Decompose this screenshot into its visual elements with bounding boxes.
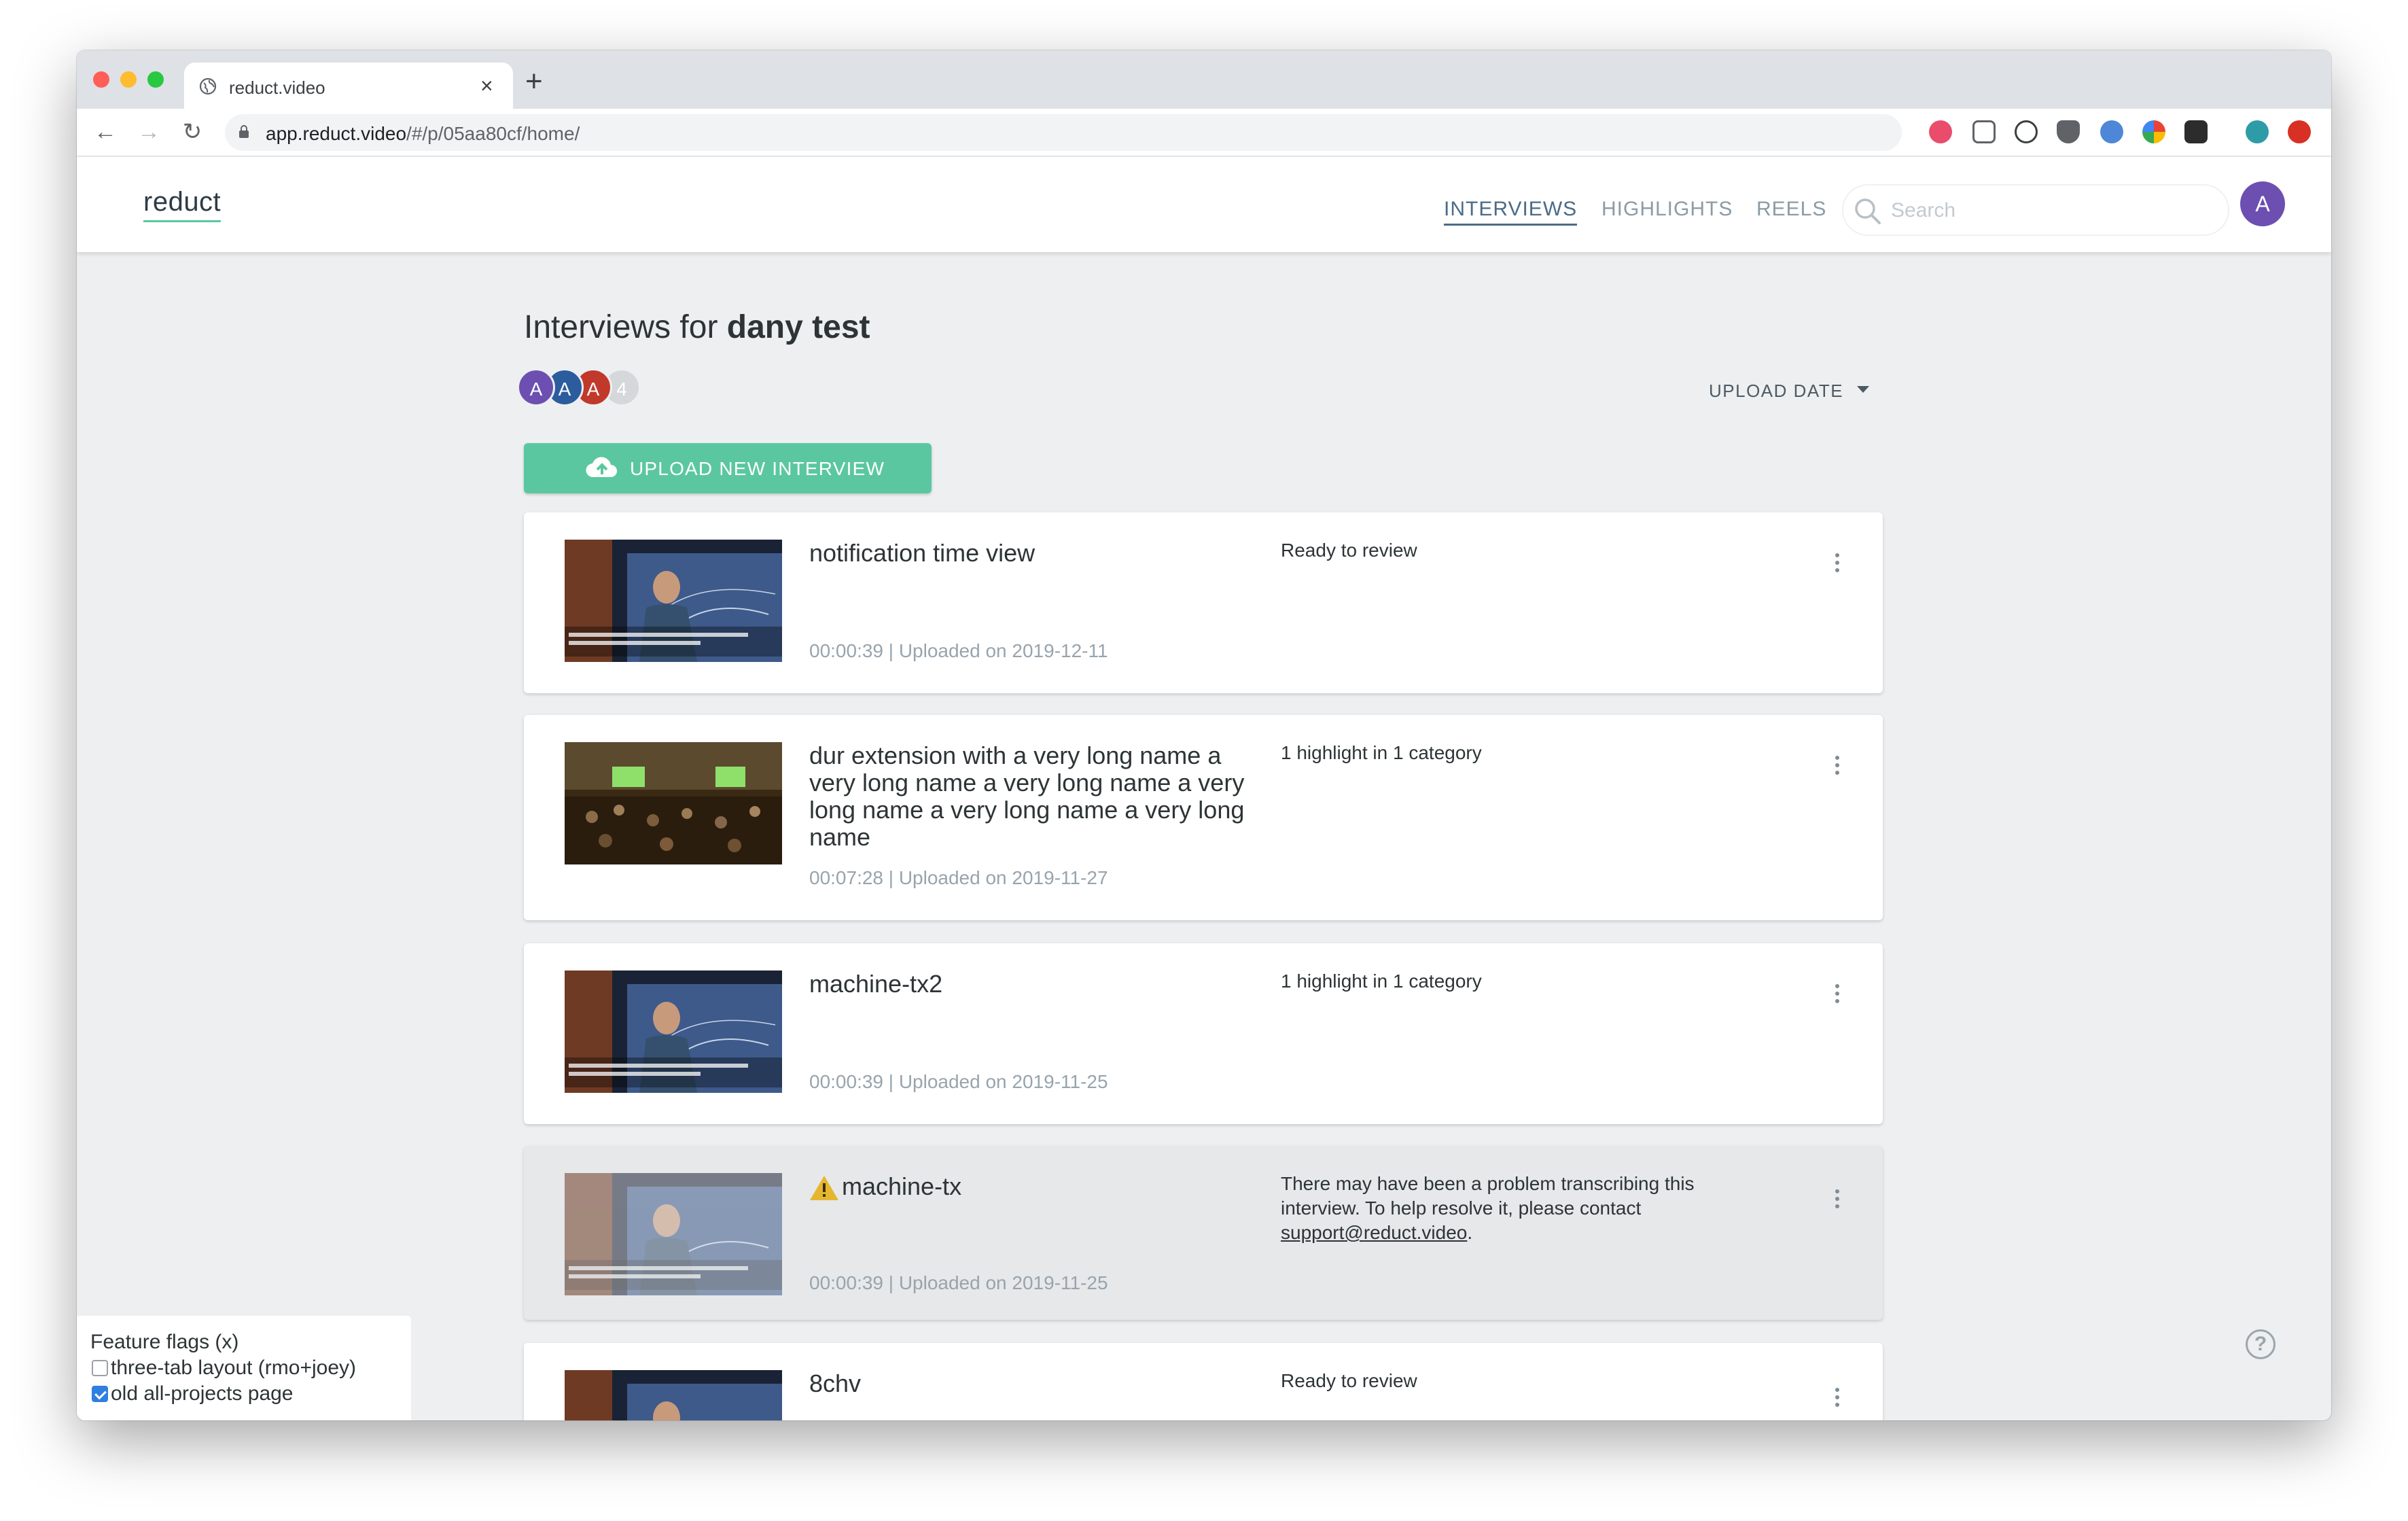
page-title: Interviews for dany test xyxy=(524,309,870,346)
new-tab-button[interactable]: + xyxy=(525,67,543,97)
problem-message-end: . xyxy=(1467,1222,1473,1243)
more-options-icon[interactable] xyxy=(1832,756,1842,783)
sort-dropdown[interactable]: UPLOAD DATE xyxy=(1709,381,1843,402)
search-placeholder: Search xyxy=(1891,199,1956,222)
interview-title[interactable]: 8chv xyxy=(809,1370,1258,1397)
cloud-upload-icon xyxy=(586,457,617,478)
forward-icon[interactable]: → xyxy=(134,117,164,147)
extension-colorpicker-icon[interactable] xyxy=(2142,120,2165,143)
interview-status: 1 highlight in 1 category xyxy=(1281,742,1482,763)
lock-icon xyxy=(239,125,249,138)
interview-title[interactable]: machine-tx2 xyxy=(809,971,1258,998)
interview-card[interactable]: machine-tx 00:00:39 | Uploaded on 2019-1… xyxy=(524,1146,1883,1320)
extension-info-icon[interactable] xyxy=(2015,120,2038,143)
feature-flag-label: three-tab layout (rmo+joey) xyxy=(111,1357,356,1379)
interview-meta: 00:00:39 | Uploaded on 2019-12-11 xyxy=(809,640,1108,661)
warning-icon xyxy=(810,1176,838,1200)
extension-lastpass-icon[interactable] xyxy=(2100,120,2123,143)
feature-flag-row[interactable]: three-tab layout (rmo+joey) xyxy=(92,1357,356,1380)
tab-title: reduct.video xyxy=(229,77,325,98)
video-thumbnail[interactable] xyxy=(565,1370,782,1420)
upload-new-interview-button[interactable]: UPLOAD NEW INTERVIEW xyxy=(524,443,932,493)
minimize-window-button[interactable] xyxy=(120,71,137,88)
search-icon xyxy=(1855,198,1881,224)
url-path: /#/p/05aa80cf/home/ xyxy=(406,123,580,144)
feature-flags-title[interactable]: Feature flags (x) xyxy=(90,1331,238,1354)
url-text: app.reduct.video/#/p/05aa80cf/home/ xyxy=(266,123,580,145)
browser-toolbar: ← → ↻ app.reduct.video/#/p/05aa80cf/home… xyxy=(77,109,2331,156)
page-title-prefix: Interviews for xyxy=(524,309,718,345)
more-options-icon[interactable] xyxy=(1832,1189,1842,1217)
globe-icon xyxy=(199,77,217,95)
video-thumbnail[interactable] xyxy=(565,540,782,662)
reload-icon[interactable]: ↻ xyxy=(177,117,207,147)
extension-shield-icon[interactable] xyxy=(2057,120,2080,143)
video-thumbnail[interactable] xyxy=(565,742,782,864)
reduct-logo[interactable]: reduct xyxy=(143,187,222,222)
address-bar[interactable]: app.reduct.video/#/p/05aa80cf/home/ ☆ xyxy=(225,114,2038,151)
nav-reels[interactable]: REELS xyxy=(1756,198,1826,221)
url-host: app.reduct.video xyxy=(266,123,407,144)
browser-tab[interactable]: reduct.video × xyxy=(184,63,513,109)
help-icon[interactable]: ? xyxy=(2246,1329,2276,1359)
feature-flag-checkbox[interactable] xyxy=(92,1386,108,1402)
search-input[interactable]: Search xyxy=(1842,184,2229,236)
video-thumbnail[interactable] xyxy=(565,971,782,1093)
feature-flags-panel: Feature flags (x) three-tab layout (rmo+… xyxy=(77,1316,411,1420)
screenshot-canvas: reduct.video × + ← → ↻ app.reduct.video/… xyxy=(0,0,2408,1521)
nav-interviews[interactable]: INTERVIEWS xyxy=(1444,198,1578,226)
upload-button-label: UPLOAD NEW INTERVIEW xyxy=(630,458,885,479)
interview-title[interactable]: machine-tx xyxy=(842,1173,1250,1200)
interview-card[interactable]: dur extension with a very long name a ve… xyxy=(524,715,1883,920)
extension-window-icon[interactable] xyxy=(1972,120,1996,143)
tab-strip: reduct.video × + xyxy=(77,50,2331,109)
extension-todoist-icon[interactable] xyxy=(1929,120,1952,143)
more-options-icon[interactable] xyxy=(1832,553,1842,580)
interview-status: Ready to review xyxy=(1281,1370,1417,1391)
interview-meta: 00:00:39 | Uploaded on 2019-11-25 xyxy=(809,1272,1108,1293)
feature-flag-label: old all-projects page xyxy=(111,1382,294,1405)
interview-card[interactable]: notification time view 00:00:39 | Upload… xyxy=(524,512,1883,693)
interview-card[interactable]: machine-tx2 00:00:39 | Uploaded on 2019-… xyxy=(524,943,1883,1124)
user-avatar[interactable]: A xyxy=(2240,181,2285,226)
tab-close-icon[interactable]: × xyxy=(480,73,493,99)
more-options-icon[interactable] xyxy=(1832,1388,1842,1415)
support-email-link[interactable]: support@reduct.video xyxy=(1281,1222,1467,1243)
profile-icon[interactable] xyxy=(2246,120,2269,143)
feature-flag-checkbox[interactable] xyxy=(92,1360,108,1376)
interview-meta: 00:00:39 | Uploaded on 2019-11-25 xyxy=(809,1071,1108,1092)
interview-status: Ready to review xyxy=(1281,540,1417,561)
close-window-button[interactable] xyxy=(93,71,109,88)
video-thumbnail[interactable] xyxy=(565,1173,782,1295)
problem-message: There may have been a problem transcribi… xyxy=(1281,1173,1695,1219)
collaborator-avatar[interactable]: A xyxy=(517,368,555,406)
feature-flag-row[interactable]: old all-projects page xyxy=(92,1382,294,1405)
interview-card[interactable]: 8chv Ready to review xyxy=(524,1343,1883,1420)
interview-meta: 00:07:28 | Uploaded on 2019-11-27 xyxy=(809,867,1108,888)
interview-status: 1 highlight in 1 category xyxy=(1281,971,1482,992)
nav-highlights[interactable]: HIGHLIGHTS xyxy=(1601,198,1733,221)
browser-window: reduct.video × + ← → ↻ app.reduct.video/… xyxy=(77,50,2331,1420)
interview-title[interactable]: dur extension with a very long name a ve… xyxy=(809,742,1258,851)
more-options-icon[interactable] xyxy=(1832,984,1842,1011)
back-icon[interactable]: ← xyxy=(90,117,120,147)
project-name: dany test xyxy=(726,309,870,345)
caret-down-icon[interactable] xyxy=(1857,386,1869,393)
update-icon[interactable] xyxy=(2288,120,2311,143)
extension-film-icon[interactable] xyxy=(2184,120,2208,143)
app-header: reduct INTERVIEWS HIGHLIGHTS REELS Searc… xyxy=(77,157,2331,252)
interview-title[interactable]: notification time view xyxy=(809,540,1258,567)
interview-status: There may have been a problem transcribi… xyxy=(1281,1172,1770,1245)
maximize-window-button[interactable] xyxy=(147,71,164,88)
